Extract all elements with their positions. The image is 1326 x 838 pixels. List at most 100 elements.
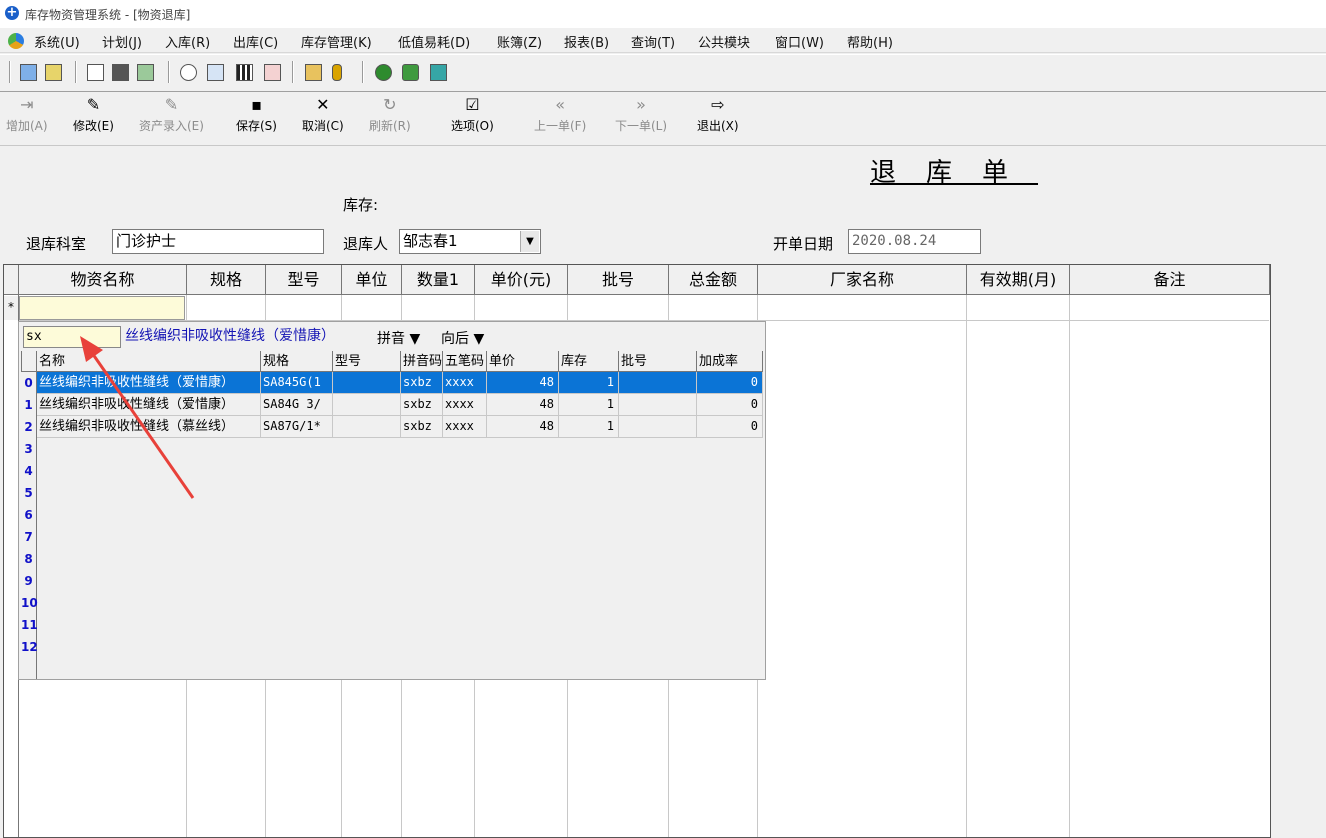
lookup-cell-stock[interactable]: 1	[559, 416, 619, 438]
col-header-expiry[interactable]: 有效期(月)	[967, 265, 1070, 295]
lookup-col-price[interactable]: 单价	[487, 351, 559, 372]
report-icon[interactable]	[264, 64, 281, 81]
folder-icon[interactable]	[305, 64, 322, 81]
close-box-icon[interactable]	[430, 64, 447, 81]
menu-common[interactable]: 公共模块	[698, 32, 750, 51]
save-button[interactable]: ▪ 保存(S)	[236, 95, 277, 134]
add-button[interactable]: ⇥ 增加(A)	[6, 95, 48, 134]
previous-button[interactable]: « 上一单(F)	[534, 95, 586, 134]
lookup-cell-spec[interactable]: SA84G 3/	[261, 394, 333, 416]
lookup-row[interactable]: 丝线编织非吸收性缝线（爱惜康） SA845G(1 sxbz xxxx 48 1 …	[21, 372, 765, 394]
menu-stock-in[interactable]: 入库(R)	[165, 32, 210, 51]
menu-window[interactable]: 窗口(W)	[775, 32, 824, 51]
col-header-spec[interactable]: 规格	[187, 265, 266, 295]
menu-inventory[interactable]: 库存管理(K)	[301, 32, 372, 51]
options-button[interactable]: ☑ 选项(O)	[451, 95, 494, 134]
lookup-cell-wubi[interactable]: xxxx	[443, 416, 487, 438]
dept-field[interactable]: 门诊护士	[112, 229, 324, 254]
menu-system[interactable]: 系统(U)	[34, 32, 80, 51]
col-header-qty[interactable]: 数量1	[402, 265, 475, 295]
cancel-button[interactable]: ✕ 取消(C)	[302, 95, 344, 134]
lookup-col-markup[interactable]: 加成率	[697, 351, 763, 372]
chevron-down-icon[interactable]: ▼	[520, 231, 539, 252]
date-field[interactable]: 2020.08.24	[848, 229, 981, 254]
menu-plan[interactable]: 计划(J)	[102, 32, 142, 51]
search-direction-dropdown[interactable]: 向后 ▼	[441, 328, 484, 348]
lookup-cell-model[interactable]	[333, 394, 401, 416]
chevron-down-icon: ▼	[409, 331, 421, 347]
lookup-cell-markup[interactable]: 0	[697, 416, 763, 438]
lookup-cell-wubi[interactable]: xxxx	[443, 394, 487, 416]
lookup-cell-spec[interactable]: SA87G/1*	[261, 416, 333, 438]
lookup-cell-batch[interactable]	[619, 416, 697, 438]
modify-icon: ✎	[86, 95, 101, 114]
grid-icon[interactable]	[236, 64, 253, 81]
col-header-price[interactable]: 单价(元)	[475, 265, 568, 295]
lookup-cell-wubi[interactable]: xxxx	[443, 372, 487, 394]
col-header-vendor[interactable]: 厂家名称	[758, 265, 967, 295]
person-select[interactable]: 邹志春1 ▼	[399, 229, 541, 254]
lookup-col-stock[interactable]: 库存	[559, 351, 619, 372]
lookup-cell-batch[interactable]	[619, 394, 697, 416]
lookup-cell-price[interactable]: 48	[487, 416, 559, 438]
minus-circle-icon[interactable]	[375, 64, 392, 81]
col-header-unit[interactable]: 单位	[342, 265, 402, 295]
search-mode-dropdown[interactable]: 拼音 ▼	[377, 328, 420, 348]
lookup-cell-spec[interactable]: SA845G(1	[261, 372, 333, 394]
asset-entry-button[interactable]: ✎ 资产录入(E)	[139, 95, 204, 134]
lookup-cell-name[interactable]: 丝线编织非吸收性缝线（爱惜康）	[37, 394, 261, 416]
lookup-cell-stock[interactable]: 1	[559, 372, 619, 394]
lookup-search-input[interactable]: sx	[23, 326, 121, 348]
lookup-col-wubi[interactable]: 五笔码	[443, 351, 487, 372]
next-button[interactable]: » 下一单(L)	[615, 95, 667, 134]
lookup-cell-price[interactable]: 48	[487, 394, 559, 416]
lookup-cell-stock[interactable]: 1	[559, 394, 619, 416]
row-number: 9	[21, 570, 37, 592]
lookup-row[interactable]: 丝线编织非吸收性缝线（爱惜康） SA84G 3/ sxbz xxxx 48 1 …	[21, 394, 765, 416]
col-header-total[interactable]: 总金额	[669, 265, 758, 295]
document-icon[interactable]	[87, 64, 104, 81]
lookup-col-pinyin[interactable]: 拼音码	[401, 351, 443, 372]
lookup-cell-pinyin[interactable]: sxbz	[401, 416, 443, 438]
edit-icon[interactable]	[207, 64, 224, 81]
lookup-cell-markup[interactable]: 0	[697, 372, 763, 394]
book-icon[interactable]	[402, 64, 419, 81]
transfer-icon[interactable]	[137, 64, 154, 81]
window-title: 库存物资管理系统 - [物资退库]	[25, 8, 191, 22]
exit-button[interactable]: ⇨ 退出(X)	[697, 95, 739, 134]
menu-help[interactable]: 帮助(H)	[847, 32, 893, 51]
menu-stock-out[interactable]: 出库(C)	[233, 32, 278, 51]
lookup-col-name[interactable]: 名称	[37, 351, 261, 372]
lookup-cell-price[interactable]: 48	[487, 372, 559, 394]
stock-out-icon[interactable]	[45, 64, 62, 81]
lookup-cell-pinyin[interactable]: sxbz	[401, 372, 443, 394]
chevron-down-icon: ▼	[473, 331, 485, 347]
col-header-batch[interactable]: 批号	[568, 265, 669, 295]
search-icon[interactable]	[180, 64, 197, 81]
thermometer-icon[interactable]	[332, 64, 342, 81]
col-header-name[interactable]: 物资名称	[19, 265, 187, 295]
col-header-model[interactable]: 型号	[266, 265, 342, 295]
lookup-cell-markup[interactable]: 0	[697, 394, 763, 416]
return-icon[interactable]	[112, 64, 129, 81]
lookup-cell-model[interactable]	[333, 416, 401, 438]
lookup-cell-model[interactable]	[333, 372, 401, 394]
lookup-cell-name[interactable]: 丝线编织非吸收性缝线（慕丝线）	[37, 416, 261, 438]
lookup-col-model[interactable]: 型号	[333, 351, 401, 372]
lookup-row[interactable]: 丝线编织非吸收性缝线（慕丝线） SA87G/1* sxbz xxxx 48 1 …	[21, 416, 765, 438]
active-name-cell[interactable]	[19, 296, 185, 320]
menu-reports[interactable]: 报表(B)	[564, 32, 609, 51]
lookup-cell-name[interactable]: 丝线编织非吸收性缝线（爱惜康）	[37, 372, 261, 394]
col-header-notes[interactable]: 备注	[1070, 265, 1270, 295]
lookup-cell-pinyin[interactable]: sxbz	[401, 394, 443, 416]
menu-query[interactable]: 查询(T)	[631, 32, 675, 51]
stock-in-icon[interactable]	[20, 64, 37, 81]
modify-button[interactable]: ✎ 修改(E)	[73, 95, 114, 134]
lookup-col-spec[interactable]: 规格	[261, 351, 333, 372]
app-menu-icon[interactable]	[8, 33, 24, 49]
menu-ledger[interactable]: 账簿(Z)	[497, 32, 542, 51]
refresh-button[interactable]: ↻ 刷新(R)	[369, 95, 411, 134]
menu-consumables[interactable]: 低值易耗(D)	[398, 32, 470, 51]
lookup-col-batch[interactable]: 批号	[619, 351, 697, 372]
lookup-cell-batch[interactable]	[619, 372, 697, 394]
